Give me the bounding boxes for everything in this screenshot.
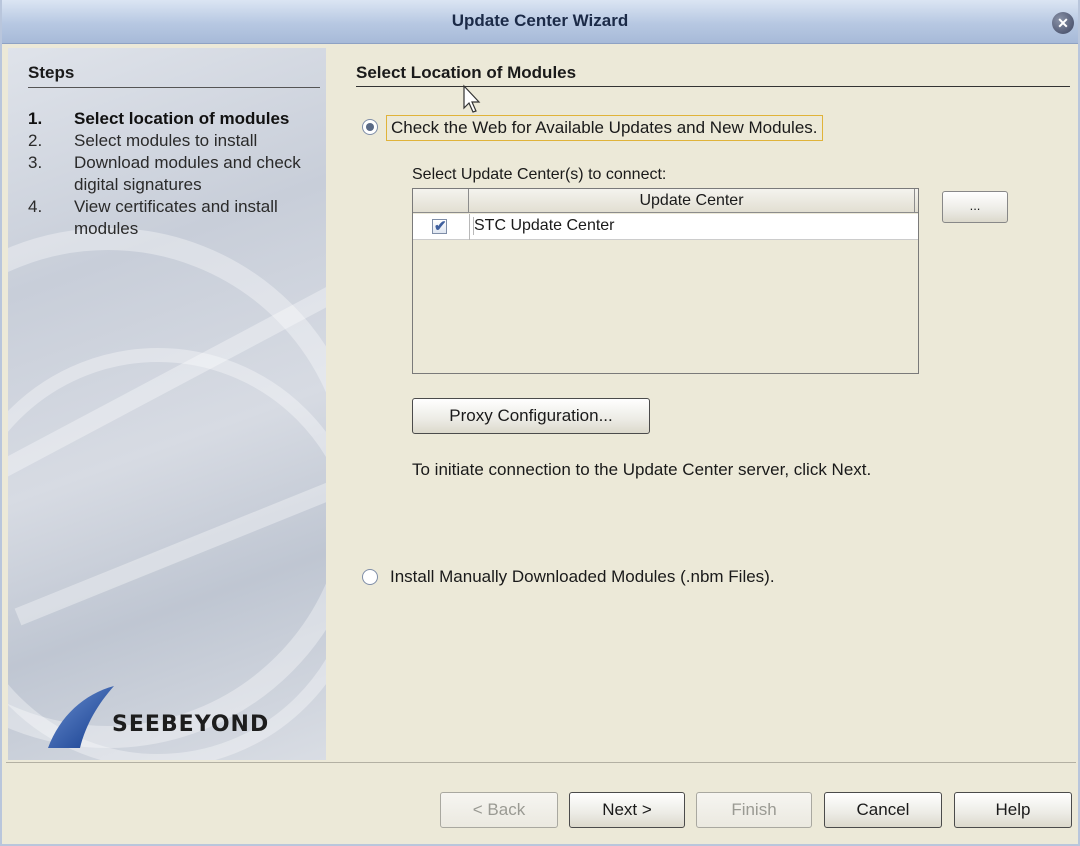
logo-text: SEEBEYOND xyxy=(112,712,270,737)
title-bar[interactable]: Update Center Wizard ✕ xyxy=(2,0,1078,44)
footer-divider xyxy=(6,762,1076,763)
window-title: Update Center Wizard xyxy=(451,11,629,30)
update-center-checkbox[interactable]: ✔ xyxy=(432,218,447,235)
step-item: 1. Select location of modules xyxy=(28,108,323,130)
update-center-wizard-window: Update Center Wizard ✕ Steps 1. Select l… xyxy=(0,0,1080,846)
install-manual-radio[interactable] xyxy=(362,569,378,585)
seebeyond-logo-icon xyxy=(48,686,114,748)
table-header-update-center[interactable]: Update Center xyxy=(469,189,915,213)
table-header: Update Center xyxy=(413,189,918,213)
info-text: To initiate connection to the Update Cen… xyxy=(412,460,872,479)
steps-divider xyxy=(28,87,320,88)
steps-panel: Steps 1. Select location of modules 2. S… xyxy=(8,48,326,760)
update-center-table[interactable]: Update Center ✔ STC Update Center xyxy=(412,188,919,374)
proxy-configuration-button[interactable]: Proxy Configuration... xyxy=(412,398,650,434)
table-header-check-column[interactable] xyxy=(413,189,469,213)
step-label: View certificates and install modules xyxy=(74,197,278,238)
close-icon[interactable]: ✕ xyxy=(1052,12,1074,34)
seebeyond-logo: SEEBEYOND xyxy=(26,684,316,752)
step-number: 4. xyxy=(28,197,43,216)
checkmark-icon: ✔ xyxy=(434,218,447,235)
step-item: 4. View certificates and install modules xyxy=(28,196,323,240)
cancel-button[interactable]: Cancel xyxy=(824,792,942,828)
page-title: Select Location of Modules xyxy=(356,63,577,82)
step-label: Select location of modules xyxy=(74,109,290,128)
finish-button[interactable]: Finish xyxy=(696,792,812,828)
step-item: 2. Select modules to install xyxy=(28,130,323,152)
step-label: Select modules to install xyxy=(74,131,258,150)
update-center-name: STC Update Center xyxy=(473,217,615,235)
table-row[interactable]: ✔ STC Update Center xyxy=(413,214,918,240)
step-number: 3. xyxy=(28,153,43,172)
check-web-radio-label[interactable]: Check the Web for Available Updates and … xyxy=(386,115,823,141)
install-manual-radio-label[interactable]: Install Manually Downloaded Modules (.nb… xyxy=(390,567,775,587)
step-number: 2. xyxy=(28,131,43,150)
browse-update-centers-button[interactable]: ... xyxy=(942,191,1008,223)
help-button[interactable]: Help xyxy=(954,792,1072,828)
back-button[interactable]: < Back xyxy=(440,792,558,828)
update-center-label: Select Update Center(s) to connect: xyxy=(412,166,667,183)
next-button[interactable]: Next > xyxy=(569,792,685,828)
steps-heading: Steps xyxy=(28,63,75,82)
check-web-radio[interactable] xyxy=(362,119,378,135)
mouse-cursor-icon xyxy=(463,84,481,113)
column-divider xyxy=(469,214,470,240)
step-label: Download modules and check digital signa… xyxy=(74,153,301,194)
steps-list: 1. Select location of modules 2. Select … xyxy=(28,108,323,240)
step-item: 3. Download modules and check digital si… xyxy=(28,152,323,196)
step-number: 1. xyxy=(28,109,43,128)
